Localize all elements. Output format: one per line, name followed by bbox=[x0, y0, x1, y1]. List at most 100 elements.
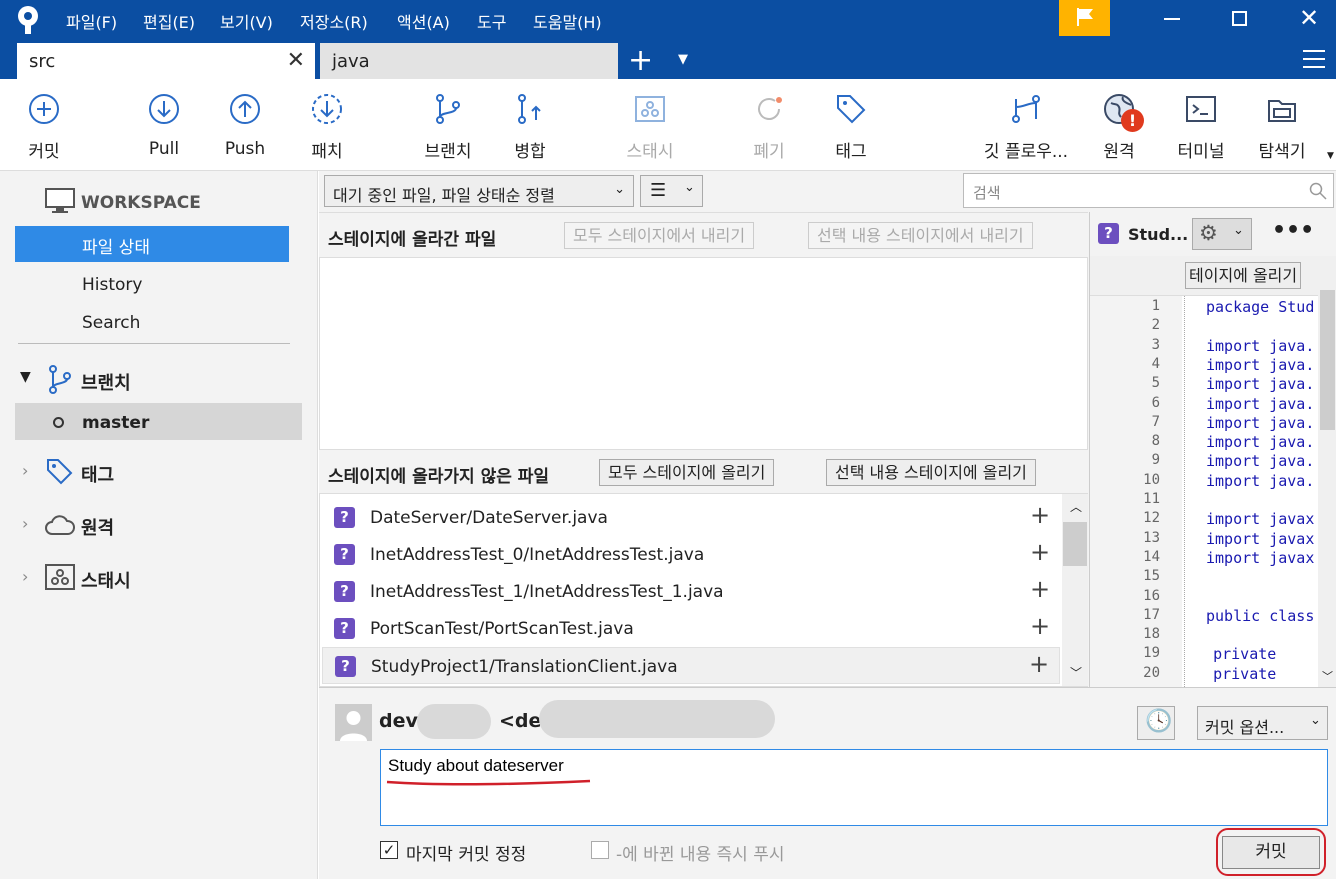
stage-all-button[interactable]: 모두 스테이지에 올리기 bbox=[599, 459, 775, 486]
scrollbar[interactable]: ︿ ﹀ bbox=[1062, 494, 1088, 686]
menu-help[interactable]: 도움말(H) bbox=[533, 9, 602, 33]
amend-checkbox[interactable]: ✓ bbox=[380, 841, 398, 859]
sidebar-item-master[interactable]: master bbox=[15, 403, 302, 440]
line-number: 20 bbox=[1143, 664, 1160, 681]
tab-java[interactable]: java bbox=[320, 43, 618, 79]
menu-tools[interactable]: 도구 bbox=[477, 9, 506, 33]
main-panel: 대기 중인 파일, 파일 상태순 정렬 ⌄ ☰ ⌄ 검색 스테이지에 올라간 파… bbox=[319, 171, 1336, 879]
sidebar-item-history[interactable]: History bbox=[82, 275, 142, 295]
list-item[interactable]: ? InetAddressTest_1/InetAddressTest_1.ja… bbox=[322, 573, 1060, 610]
scrollbar-thumb[interactable] bbox=[1063, 522, 1087, 566]
minimize-button[interactable] bbox=[1150, 0, 1194, 38]
branch-button[interactable]: 브랜치 bbox=[425, 93, 471, 162]
unstage-selected-button[interactable]: 선택 내용 스테이지에서 내리기 bbox=[808, 222, 1033, 249]
more-icon[interactable]: ••• bbox=[1272, 218, 1314, 243]
current-branch-icon bbox=[53, 417, 64, 428]
chevron-down-icon[interactable]: ▼ bbox=[20, 369, 31, 385]
code-line: import java. bbox=[1206, 452, 1315, 471]
menu-repository[interactable]: 저장소(R) bbox=[300, 9, 368, 33]
line-number: 18 bbox=[1143, 626, 1160, 643]
push-button[interactable]: Push bbox=[225, 93, 265, 159]
list-item[interactable]: ? DateServer/DateServer.java + bbox=[322, 499, 1060, 536]
diff-file-name: Stud... bbox=[1128, 225, 1189, 244]
discard-button[interactable]: 폐기 bbox=[753, 93, 785, 162]
gitflow-button[interactable]: 깃 플로우... bbox=[984, 93, 1068, 162]
divider bbox=[18, 343, 290, 344]
commit-options-dropdown[interactable]: 커밋 옵션... ⌄ bbox=[1197, 706, 1328, 740]
push-now-checkbox[interactable] bbox=[591, 841, 609, 859]
sort-dropdown[interactable]: 대기 중인 파일, 파일 상태순 정렬 ⌄ bbox=[324, 175, 634, 207]
tag-button[interactable]: 태그 bbox=[835, 93, 867, 162]
line-number: 9 bbox=[1151, 452, 1160, 469]
code-line: import javax bbox=[1206, 529, 1315, 548]
sidebar-item-file-status[interactable]: 파일 상태 bbox=[15, 226, 289, 262]
chevron-right-icon[interactable]: › bbox=[22, 461, 28, 480]
stage-selected-button[interactable]: 선택 내용 스테이지에 올리기 bbox=[826, 459, 1036, 486]
list-item[interactable]: ? StudyProject1/TranslationClient.java + bbox=[322, 647, 1060, 684]
commit-button[interactable]: 커밋 bbox=[28, 93, 60, 162]
sidebar-section-remotes[interactable]: 원격 bbox=[81, 514, 114, 540]
tab-label: java bbox=[332, 51, 370, 72]
menu-actions[interactable]: 액션(A) bbox=[397, 9, 450, 33]
stage-file-icon[interactable]: + bbox=[1027, 652, 1051, 677]
merge-button[interactable]: 병합 bbox=[514, 93, 546, 162]
stage-file-icon[interactable]: + bbox=[1028, 503, 1052, 528]
line-number: 13 bbox=[1143, 529, 1160, 546]
hamburger-menu-icon[interactable] bbox=[1303, 50, 1325, 68]
terminal-icon bbox=[1186, 96, 1216, 122]
untracked-icon: ? bbox=[1098, 223, 1119, 244]
stash-button[interactable]: 스태시 bbox=[627, 93, 673, 162]
history-button[interactable]: 🕓 bbox=[1137, 706, 1175, 740]
line-number: 4 bbox=[1151, 355, 1160, 372]
patch-button[interactable]: 패치 bbox=[311, 93, 343, 162]
scrollbar-thumb[interactable] bbox=[1320, 290, 1335, 430]
tab-src[interactable]: src ✕ bbox=[17, 43, 315, 79]
chevron-right-icon[interactable]: › bbox=[22, 514, 28, 533]
terminal-button[interactable]: 터미널 bbox=[1178, 93, 1224, 162]
push-icon bbox=[230, 94, 260, 124]
scroll-up-icon[interactable]: ︿ bbox=[1070, 498, 1082, 515]
line-number: 7 bbox=[1151, 413, 1160, 430]
code-line: import java. bbox=[1206, 394, 1315, 413]
menu-view[interactable]: 보기(V) bbox=[220, 9, 273, 33]
search-input[interactable]: 검색 bbox=[963, 173, 1334, 208]
chevron-down-icon[interactable]: ▼ bbox=[678, 52, 688, 67]
close-tab-icon[interactable]: ✕ bbox=[287, 48, 305, 73]
settings-dropdown[interactable]: ⚙ ⌄ bbox=[1192, 218, 1252, 250]
explorer-button[interactable]: 탐색기 bbox=[1259, 93, 1305, 162]
merge-icon bbox=[518, 94, 541, 124]
new-tab-icon[interactable]: + bbox=[628, 46, 653, 76]
stage-hunk-button[interactable]: 테이지에 올리기 bbox=[1185, 262, 1302, 289]
branch-name: master bbox=[82, 413, 150, 433]
scroll-down-icon[interactable]: ﹀ bbox=[1322, 668, 1333, 684]
pull-button[interactable]: Pull bbox=[148, 93, 180, 159]
close-button[interactable]: ✕ bbox=[1287, 0, 1331, 38]
line-number: 6 bbox=[1151, 394, 1160, 411]
sidebar-item-search[interactable]: Search bbox=[82, 313, 140, 333]
chevron-right-icon[interactable]: › bbox=[22, 567, 28, 586]
menu-file[interactable]: 파일(F) bbox=[66, 9, 117, 33]
commit-message-input[interactable]: Study about dateserver bbox=[380, 749, 1328, 826]
toolbar-overflow-icon[interactable]: ▼ bbox=[1327, 151, 1334, 161]
code-line: import java. bbox=[1206, 355, 1315, 374]
sourcetree-logo-icon bbox=[14, 5, 42, 39]
stage-file-icon[interactable]: + bbox=[1028, 614, 1052, 639]
line-number: 3 bbox=[1151, 336, 1160, 353]
scroll-down-icon[interactable]: ﹀ bbox=[1070, 664, 1082, 681]
list-item[interactable]: ? PortScanTest/PortScanTest.java + bbox=[322, 610, 1060, 647]
alert-badge-icon: ! bbox=[1121, 109, 1144, 132]
flag-button[interactable] bbox=[1059, 0, 1110, 36]
unstage-all-button[interactable]: 모두 스테이지에서 내리기 bbox=[564, 222, 755, 249]
remote-button[interactable]: ! 원격 bbox=[1103, 93, 1144, 162]
maximize-button[interactable] bbox=[1218, 0, 1262, 38]
list-item[interactable]: ? InetAddressTest_0/InetAddressTest.java… bbox=[322, 536, 1060, 573]
view-mode-dropdown[interactable]: ☰ ⌄ bbox=[640, 175, 703, 207]
stage-file-icon[interactable]: + bbox=[1028, 540, 1052, 565]
sidebar-section-branches[interactable]: 브랜치 bbox=[81, 369, 131, 395]
stage-file-icon[interactable]: + bbox=[1028, 577, 1052, 602]
sidebar-section-stashes[interactable]: 스태시 bbox=[81, 567, 131, 593]
sidebar-section-tags[interactable]: 태그 bbox=[81, 461, 114, 487]
gear-icon: ⚙ bbox=[1199, 221, 1218, 245]
menu-edit[interactable]: 편집(E) bbox=[143, 9, 195, 33]
scrollbar[interactable]: ﹀ bbox=[1318, 256, 1336, 687]
